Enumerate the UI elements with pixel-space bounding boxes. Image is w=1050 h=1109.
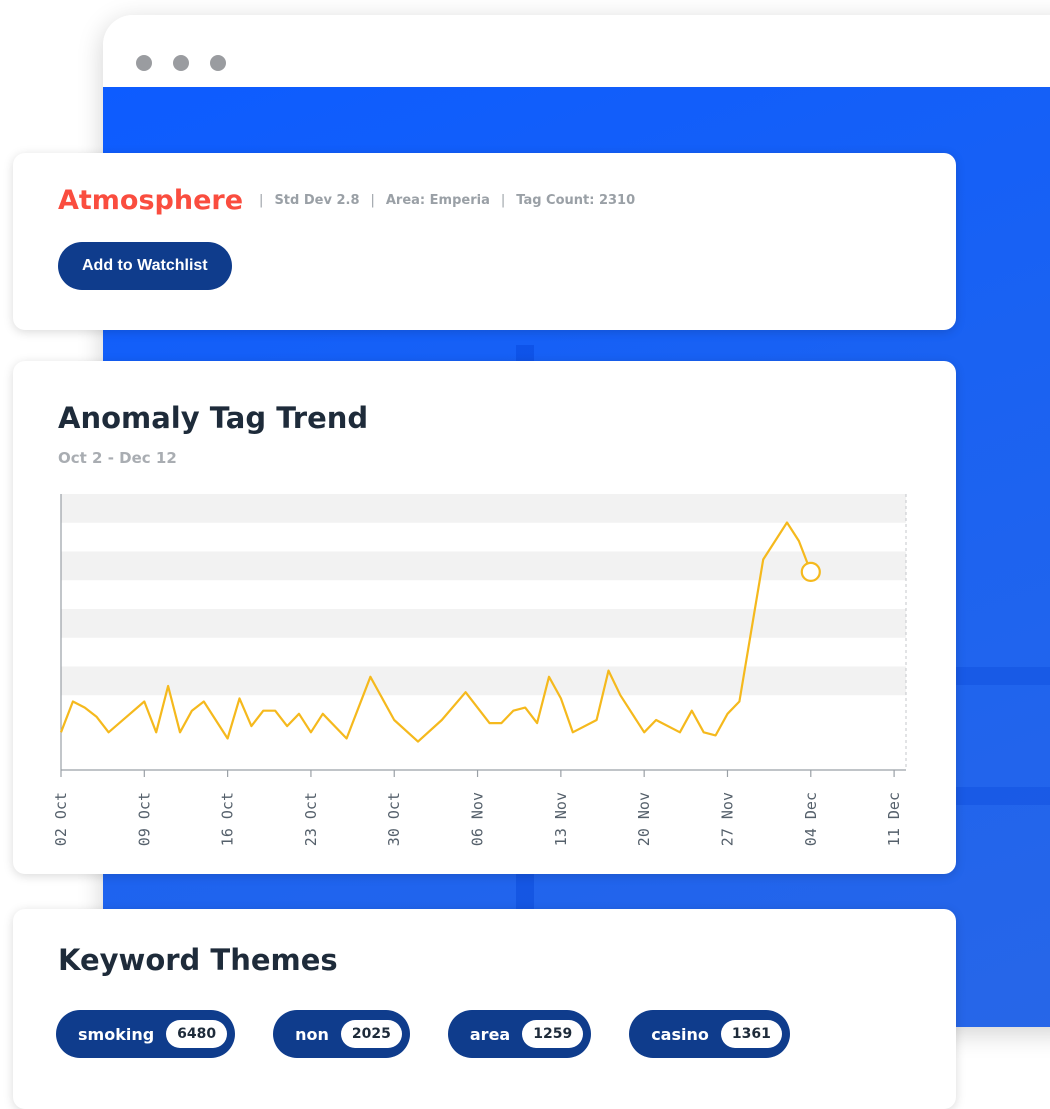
keyword-count: 1361 (720, 1020, 782, 1048)
keyword-label: non (295, 1024, 329, 1044)
keyword-count: 2025 (340, 1020, 402, 1048)
x-tick-label: 06 Nov (469, 792, 487, 846)
window-dot-icon[interactable] (136, 55, 152, 71)
x-tick-label: 13 Nov (552, 792, 570, 846)
profile-header: Atmosphere | Std Dev 2.8 | Area: Emperia… (58, 185, 635, 216)
keyword-themes-title: Keyword Themes (58, 943, 338, 977)
separator: | (370, 193, 375, 208)
keyword-themes-card: Keyword Themes smoking 6480 non 2025 are… (13, 909, 956, 1109)
grid-band (61, 494, 906, 523)
tag-count-stat: Tag Count: 2310 (516, 193, 636, 208)
keyword-chip[interactable]: non 2025 (273, 1010, 410, 1058)
browser-title-bar (103, 15, 1050, 87)
x-tick-label: 04 Dec (802, 792, 820, 846)
keyword-chip[interactable]: area 1259 (447, 1010, 592, 1058)
grid-band (61, 666, 906, 696)
grid-band (61, 609, 906, 638)
x-tick-label: 11 Dec (885, 792, 903, 846)
keyword-count: 1259 (522, 1020, 584, 1048)
last-point-marker (800, 561, 821, 582)
x-tick-label: 20 Nov (635, 792, 653, 846)
window-dot-icon[interactable] (210, 55, 226, 71)
x-tick-label: 02 Oct (52, 792, 70, 846)
keyword-count: 6480 (166, 1020, 228, 1048)
x-tick-label: 23 Oct (302, 792, 320, 846)
x-tick-label: 09 Oct (135, 792, 153, 846)
grid-band (61, 551, 906, 581)
x-tick-label: 27 Nov (718, 792, 736, 846)
x-tick-label: 30 Oct (385, 792, 403, 846)
trend-card: Anomaly Tag Trend Oct 2 - Dec 12 02 Oct 0… (13, 361, 956, 874)
profile-title: Atmosphere (58, 185, 244, 216)
trend-chart[interactable]: 02 Oct 09 Oct 16 Oct 23 Oct 30 Oct 06 Nov 13 N… (13, 361, 956, 874)
x-tick-label: 16 Oct (219, 792, 237, 846)
area-stat: Area: Emperia (385, 193, 490, 208)
keyword-chip[interactable]: casino 1361 (629, 1010, 790, 1058)
keyword-chip-list: smoking 6480 non 2025 area 1259 casino 1… (56, 1010, 828, 1058)
keyword-label: casino (651, 1024, 709, 1044)
keyword-chip[interactable]: smoking 6480 (56, 1010, 236, 1058)
add-to-watchlist-button[interactable]: Add to Watchlist (58, 242, 232, 290)
window-dot-icon[interactable] (173, 55, 189, 71)
keyword-label: smoking (78, 1024, 155, 1044)
separator: | (259, 193, 264, 208)
std-dev-stat: Std Dev 2.8 (274, 193, 360, 208)
separator: | (500, 193, 506, 208)
profile-card: Atmosphere | Std Dev 2.8 | Area: Emperia… (13, 153, 956, 330)
keyword-label: area (469, 1024, 511, 1044)
